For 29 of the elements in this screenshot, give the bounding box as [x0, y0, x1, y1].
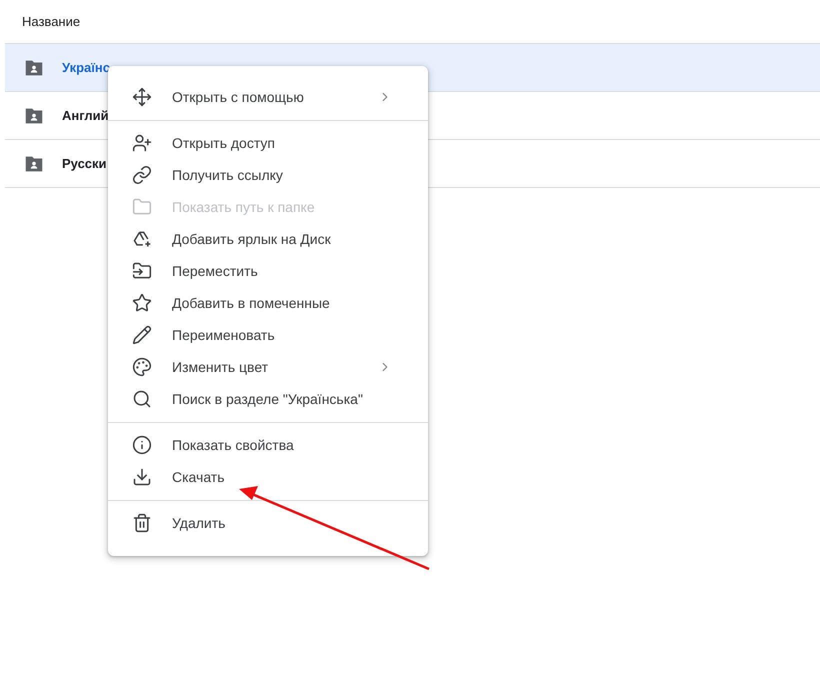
folder-name: Англий	[62, 106, 109, 125]
menu-item[interactable]: Переименовать	[108, 319, 428, 351]
download-icon	[132, 467, 152, 487]
move-arrows-icon	[132, 87, 152, 107]
menu-item[interactable]: Изменить цвет	[108, 351, 428, 383]
search-icon	[132, 389, 152, 409]
folder-name: Українс	[62, 58, 110, 77]
menu-item[interactable]: Открыть с помощью	[108, 81, 428, 113]
menu-item[interactable]: Получить ссылку	[108, 159, 428, 191]
menu-item[interactable]: Добавить ярлык на Диск	[108, 223, 428, 255]
palette-icon	[132, 357, 152, 377]
menu-item[interactable]: Показать свойства	[108, 429, 428, 461]
folder-icon	[132, 197, 152, 217]
menu-item[interactable]: Открыть доступ	[108, 127, 428, 159]
menu-item[interactable]: Поиск в разделе "Українська"	[108, 383, 428, 415]
folder-name: Русски	[62, 154, 107, 173]
trash-icon	[132, 513, 152, 533]
link-icon	[132, 165, 152, 185]
menu-item[interactable]: Скачать	[108, 461, 428, 493]
person-add-icon	[132, 133, 152, 153]
folder-move-icon	[132, 261, 152, 281]
drive-add-icon	[132, 229, 152, 249]
info-icon	[132, 435, 152, 455]
star-icon	[132, 293, 152, 313]
column-header[interactable]: Название	[22, 12, 80, 32]
menu-item[interactable]: Переместить	[108, 255, 428, 287]
menu-item[interactable]: Удалить	[108, 507, 428, 539]
menu-item[interactable]: Добавить в помеченные	[108, 287, 428, 319]
pencil-icon	[132, 325, 152, 345]
